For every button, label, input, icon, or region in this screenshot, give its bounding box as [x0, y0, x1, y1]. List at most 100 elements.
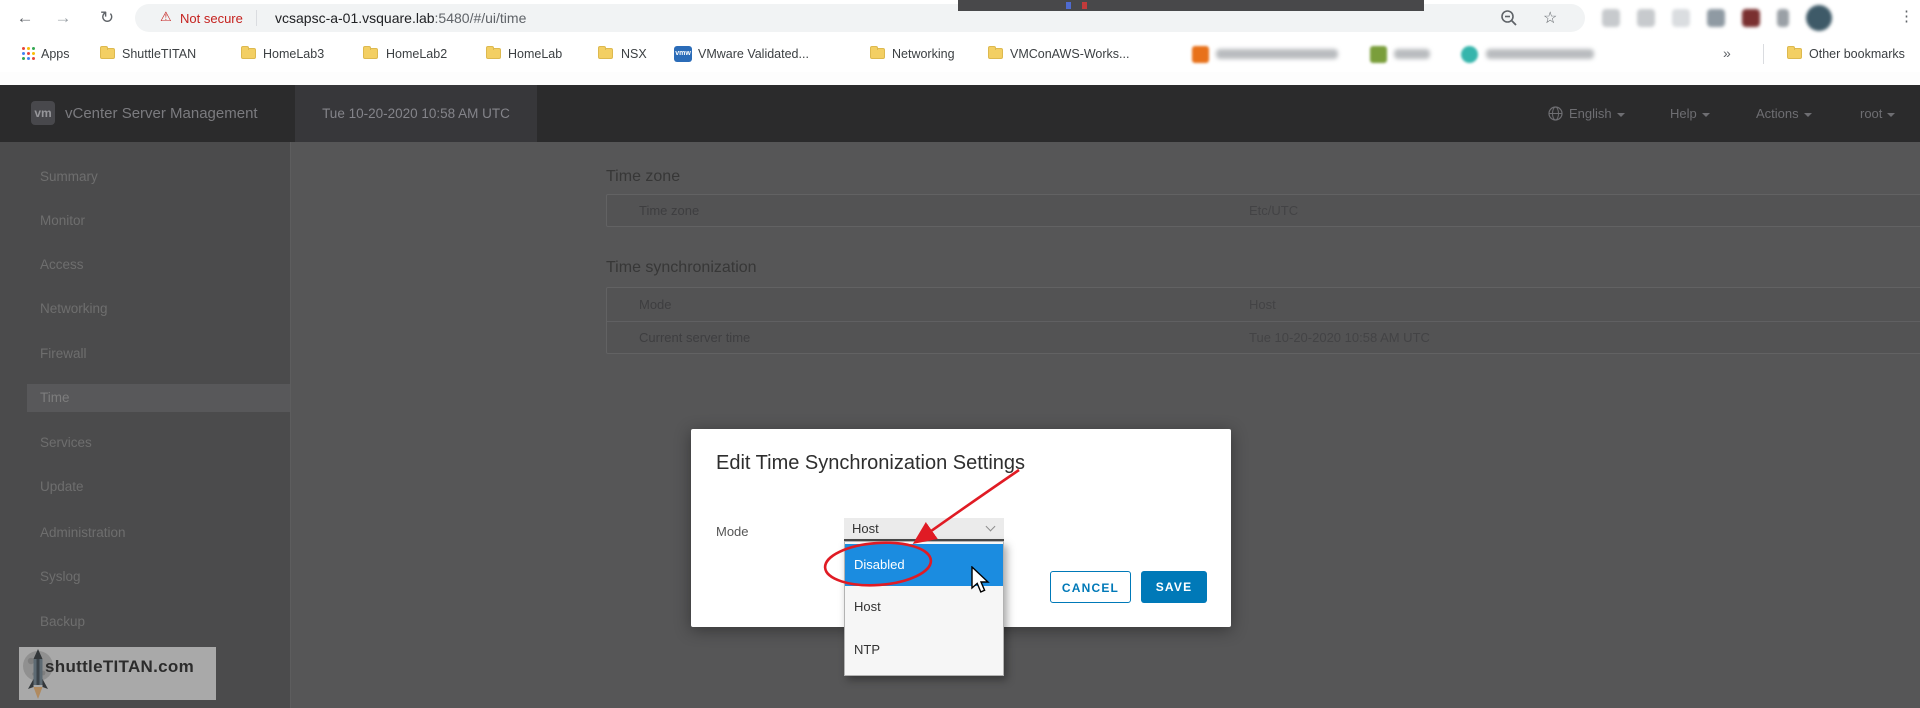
reload-icon[interactable]: ↻ [94, 6, 120, 30]
extension-icon[interactable] [1602, 9, 1620, 27]
redacted-glyph [1066, 2, 1071, 9]
extension-icon[interactable] [1637, 9, 1655, 27]
browser-toolbar: ← → ↻ ⚠ Not secure vcsapsc-a-01.vsquare.… [0, 0, 1920, 36]
redacted-bookmark-label[interactable] [1394, 49, 1430, 59]
bookmark-apps[interactable]: Apps [41, 46, 70, 63]
bookmark-star-icon[interactable]: ☆ [1543, 8, 1557, 28]
extension-icon[interactable] [1672, 9, 1690, 27]
extension-icon[interactable] [1742, 9, 1760, 27]
redacted-bookmark-label[interactable] [1216, 49, 1338, 59]
folder-icon [870, 48, 885, 59]
chevron-down-icon [1804, 113, 1812, 117]
page-top-strip [0, 72, 1920, 85]
folder-icon [363, 48, 378, 59]
timezone-row-value: Etc/UTC [1249, 203, 1298, 218]
app-title: vCenter Server Management [65, 85, 258, 142]
vmware-favicon: vmw [674, 46, 692, 62]
sidebar-item-networking[interactable]: Networking [27, 295, 290, 323]
header-server-time: Tue 10-20-2020 10:58 AM UTC [295, 85, 537, 142]
timezone-row-label: Time zone [639, 203, 699, 218]
bookmark-item[interactable]: HomeLab [508, 46, 562, 63]
extension-icon[interactable] [1707, 9, 1725, 27]
sidebar-item-monitor[interactable]: Monitor [27, 207, 290, 235]
language-globe-icon [1548, 106, 1563, 121]
sidebar-nav: Summary Monitor Access Networking Firewa… [0, 142, 290, 708]
save-button[interactable]: SAVE [1141, 571, 1207, 603]
chevron-down-icon [1702, 113, 1710, 117]
redacted-bookmark-icon[interactable] [1461, 46, 1478, 63]
apps-grid-icon[interactable] [22, 47, 35, 60]
chevron-down-icon [1887, 113, 1895, 117]
bookmark-item[interactable]: VMConAWS-Works... [1010, 46, 1129, 63]
url-path: :5480/#/ui/time [435, 10, 527, 26]
mode-dropdown-list: Disabled Host NTP [844, 541, 1004, 676]
vmware-logo: vm [31, 101, 55, 125]
bookmark-item[interactable]: ShuttleTITAN [122, 46, 196, 63]
mode-row-value: Host [1249, 297, 1276, 312]
chevron-down-icon [1617, 113, 1625, 117]
sidebar-item-backup[interactable]: Backup [27, 608, 290, 636]
back-icon[interactable]: ← [12, 6, 38, 30]
url-host: vcsapsc-a-01.vsquare.lab [275, 10, 435, 26]
sidebar-item-access[interactable]: Access [27, 251, 290, 279]
not-secure-label[interactable]: Not secure [180, 11, 243, 26]
mode-select[interactable]: Host [844, 518, 1004, 541]
user-menu[interactable]: root [1860, 85, 1895, 142]
timesync-section-title: Time synchronization [606, 258, 757, 278]
sidebar-item-syslog[interactable]: Syslog [27, 563, 290, 591]
sidebar-item-summary[interactable]: Summary [27, 163, 290, 191]
sidebar-item-administration[interactable]: Administration [27, 519, 290, 547]
help-menu[interactable]: Help [1670, 85, 1710, 142]
help-label: Help [1670, 106, 1697, 121]
timezone-row: Time zone Etc/UTC [606, 194, 1920, 227]
redacted-glyph [1082, 2, 1087, 9]
row-divider [607, 321, 1920, 322]
bookmark-item[interactable]: Networking [892, 46, 955, 63]
bookmarks-bar: Apps ShuttleTITAN HomeLab3 HomeLab2 Home… [0, 36, 1920, 72]
actions-menu[interactable]: Actions [1756, 85, 1812, 142]
url-text[interactable]: vcsapsc-a-01.vsquare.lab:5480/#/ui/time [275, 10, 526, 26]
option-ntp[interactable]: NTP [845, 629, 1003, 671]
cancel-button[interactable]: CANCEL [1050, 571, 1131, 603]
sidebar-item-time[interactable]: Time [27, 384, 290, 412]
redacted-bookmark-icon[interactable] [1192, 46, 1209, 63]
language-menu[interactable]: English [1569, 85, 1625, 142]
profile-avatar[interactable] [1806, 5, 1832, 31]
url-separator [256, 10, 257, 26]
mode-field-label: Mode [716, 524, 749, 539]
browser-menu-icon[interactable]: ⋮ [1899, 7, 1914, 25]
folder-icon [241, 48, 256, 59]
bookmarks-overflow-icon[interactable]: » [1723, 45, 1731, 61]
bookmarks-divider [1763, 44, 1764, 64]
bookmark-item[interactable]: HomeLab2 [386, 46, 447, 63]
redacted-bookmark-label[interactable] [1486, 49, 1594, 59]
zoom-out-icon[interactable] [1500, 9, 1518, 27]
timesync-table: Mode Host Current server time Tue 10-20-… [606, 287, 1920, 354]
chevron-down-icon [986, 522, 996, 532]
timezone-section-title: Time zone [606, 167, 680, 187]
folder-icon [486, 48, 501, 59]
redacted-top-bar [958, 0, 1424, 11]
language-label: English [1569, 106, 1612, 121]
bookmark-item[interactable]: VMware Validated... [698, 46, 809, 63]
actions-label: Actions [1756, 106, 1799, 121]
servertime-row-value: Tue 10-20-2020 10:58 AM UTC [1249, 330, 1430, 345]
folder-icon [100, 48, 115, 59]
user-label: root [1860, 106, 1882, 121]
other-bookmarks[interactable]: Other bookmarks [1809, 46, 1905, 63]
extension-icon[interactable] [1777, 9, 1789, 27]
folder-icon [1787, 48, 1802, 59]
mode-select-value: Host [852, 518, 879, 539]
redacted-bookmark-icon[interactable] [1370, 46, 1387, 63]
bookmark-item[interactable]: HomeLab3 [263, 46, 324, 63]
mouse-cursor [971, 566, 993, 596]
watermark-text: shuttleTITAN.com [45, 647, 194, 687]
not-secure-warning-icon[interactable]: ⚠ [160, 9, 172, 25]
sidebar-item-services[interactable]: Services [27, 429, 290, 457]
forward-icon[interactable]: → [50, 6, 76, 30]
folder-icon [598, 48, 613, 59]
sidebar-item-update[interactable]: Update [27, 473, 290, 501]
mode-row-label: Mode [639, 297, 672, 312]
sidebar-item-firewall[interactable]: Firewall [27, 340, 290, 368]
bookmark-item[interactable]: NSX [621, 46, 647, 63]
